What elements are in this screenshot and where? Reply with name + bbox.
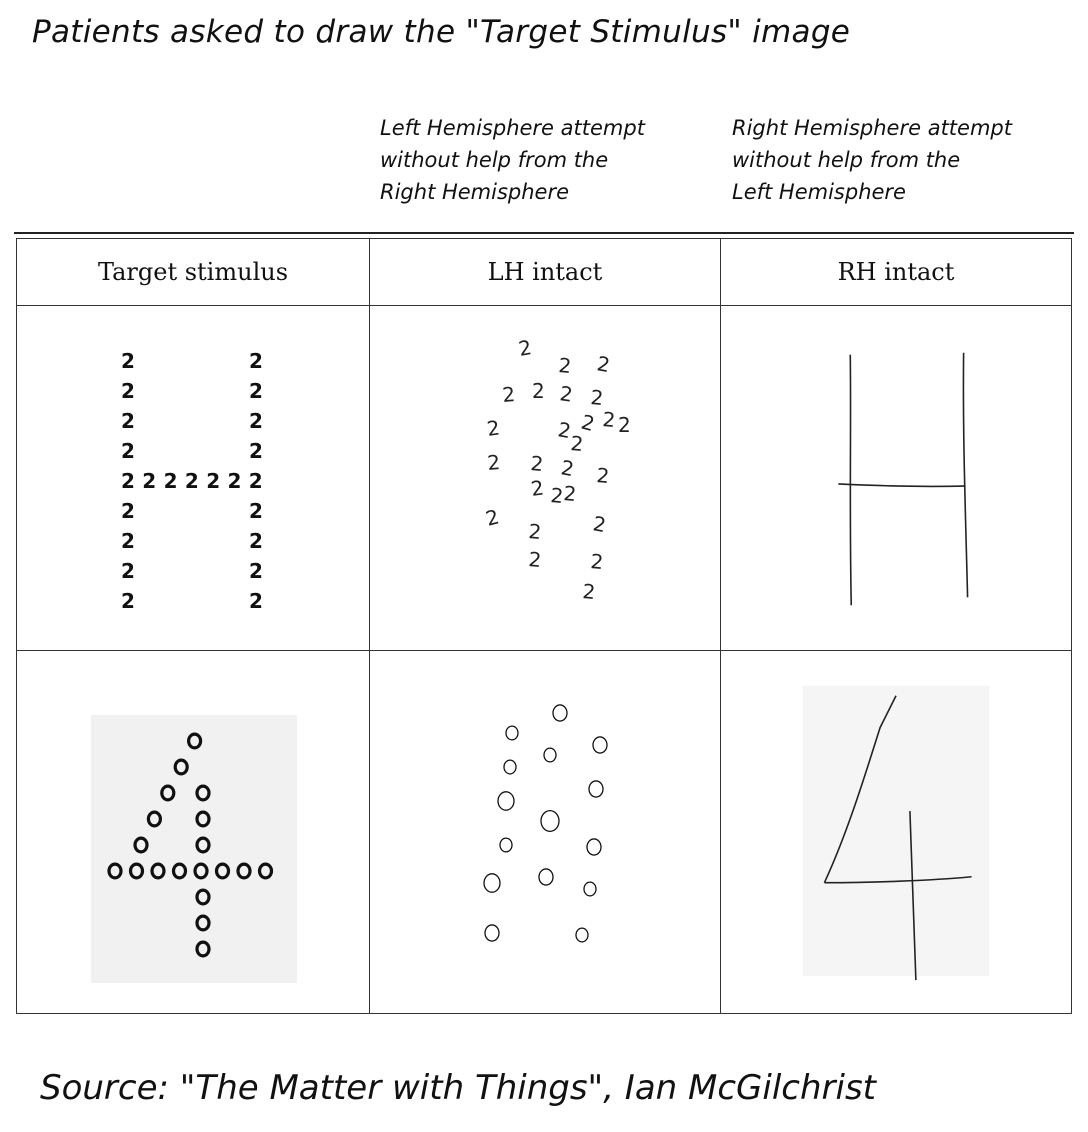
header-rh-intact: RH intact [720,238,1072,306]
lh-scattered-os-drawing [483,704,608,943]
stimulus-digit-two: 2 [121,499,135,523]
stimulus-digit-two: 2 [249,589,263,613]
stimulus-digit-two: 2 [249,409,263,433]
scanned-background [91,715,297,983]
lh-drawn-two: 2 [517,335,534,361]
lh-drawn-circle [540,809,560,832]
header-lh-intact: LH intact [369,238,721,306]
cell-target-four [16,650,370,1014]
lh-drawn-circle [586,838,602,856]
lh-drawn-circle [483,873,501,893]
lh-drawn-circle [575,927,589,943]
table-row-h: 22222222222222222222222 2222222222222222… [16,305,1072,651]
lh-drawn-two: 2 [483,504,502,530]
target-four-of-os-drawing [91,715,297,983]
stimulus-digit-two: 2 [249,379,263,403]
header-target-stimulus: Target stimulus [16,238,370,306]
lh-drawn-two: 2 [570,431,585,456]
lh-drawn-two: 2 [501,382,516,407]
lh-drawn-circle [538,868,554,886]
lh-scattered-twos-drawing: 22 22 2 2 22 2 2 2 222 2 2 22 2222 22 22 [483,335,631,604]
lh-drawn-two: 2 [528,519,543,544]
lh-drawn-two: 2 [486,450,501,475]
stimulus-digit-two: 2 [121,529,135,553]
stimulus-digit-two: 2 [249,439,263,463]
cell-lh-h: 22222222222222222222222222 [369,305,721,651]
lh-drawn-circle [583,881,597,897]
lh-drawn-two: 2 [528,547,543,572]
stimulus-digit-two: 2 [121,409,135,433]
stimulus-digit-two: 2 [121,379,135,403]
lh-drawn-two: 2 [532,379,545,403]
lh-drawn-two: 2 [595,351,612,377]
lh-drawn-two: 2 [529,475,545,501]
table-header-row: Target stimulus LH intact RH intact [16,238,1072,306]
lh-drawn-circle [588,780,604,798]
lh-drawn-circle [552,704,568,722]
cell-lh-four [369,650,721,1014]
figure-title: Patients asked to draw the "Target Stimu… [32,14,851,50]
lh-drawn-two: 2 [618,413,631,437]
lh-drawn-two: 2 [485,415,501,441]
right-hemisphere-note: Right Hemisphere attempt without help fr… [732,116,1012,204]
lh-drawn-circle [505,725,519,741]
cell-target-h: 22222222222222222222222 [16,305,370,651]
stimulus-digit-two: 2 [121,439,135,463]
stimulus-digit-two: 2 [121,469,135,493]
cell-rh-h [720,305,1072,651]
lh-drawn-two: 2 [590,385,605,410]
lh-drawn-two: 2 [582,579,597,604]
left-hemisphere-note: Left Hemisphere attempt without help fro… [380,116,645,204]
lh-drawn-circle [592,736,608,754]
lh-drawn-two: 2 [590,549,605,574]
lh-drawn-two: 2 [591,511,608,537]
lh-drawn-two: 2 [530,451,545,476]
lh-drawn-circle [543,747,557,763]
lh-drawn-circle [503,759,517,775]
stimulus-digit-two: 2 [121,589,135,613]
lh-drawn-circle [497,791,515,811]
lh-drawn-circle [499,837,513,853]
stimulus-digit-two: 2 [206,469,220,493]
stimulus-digit-two: 2 [121,349,135,373]
source-credit: Source: "The Matter with Things", Ian Mc… [40,1068,877,1108]
lh-drawn-two: 2 [563,481,578,506]
stimulus-digit-two: 2 [249,349,263,373]
target-h-of-twos-drawing: 2 22 22 22 22 2 2 2 2 2 22 22 22 22 2 [121,349,263,613]
rh-outline-four-drawing [802,685,990,981]
stimulus-digit-two: 2 [185,469,199,493]
lh-drawn-two: 2 [558,353,573,378]
stimulus-digit-two: 2 [249,469,263,493]
rh-outline-h-drawing [838,352,969,606]
lh-drawn-two: 2 [602,407,617,432]
comparison-table: Target stimulus LH intact RH intact 2222… [16,238,1072,1014]
lh-drawn-two: 2 [559,455,576,481]
table-top-rule [14,232,1074,234]
stimulus-digit-two: 2 [121,559,135,583]
stimulus-digit-two: 2 [249,559,263,583]
stimulus-digit-two: 2 [228,469,242,493]
cell-rh-four [720,650,1072,1014]
lh-drawn-two: 2 [558,381,574,407]
lh-drawn-circle [484,924,500,942]
stimulus-digit-two: 2 [249,529,263,553]
lh-drawn-two: 2 [596,463,611,488]
stimulus-digit-two: 2 [164,469,178,493]
stimulus-digit-two: 2 [142,469,156,493]
table-row-four [16,650,1072,1014]
stimulus-digit-two: 2 [249,499,263,523]
